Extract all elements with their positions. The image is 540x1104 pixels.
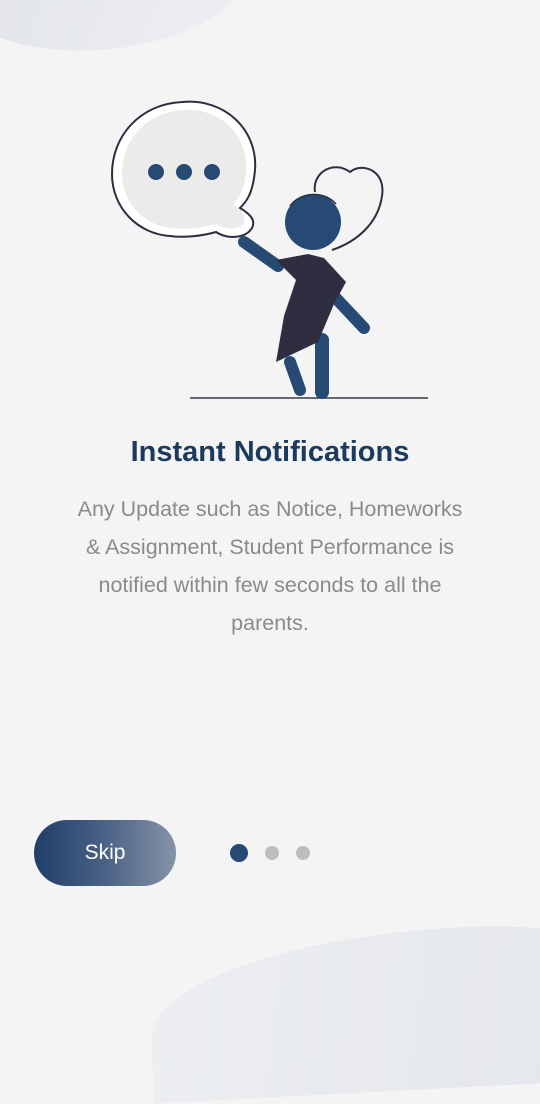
page-indicator (230, 844, 327, 862)
speech-bubble-icon (110, 100, 257, 238)
decorative-bottom-wave (146, 916, 540, 1104)
feature-description: Any Update such as Notice, Homeworks & A… (77, 497, 463, 635)
page-dot-1-active[interactable] (230, 844, 248, 862)
page-dot-3[interactable] (296, 846, 310, 860)
decorative-top-wave (0, 0, 271, 72)
page-dot-2[interactable] (265, 846, 279, 860)
skip-button[interactable]: Skip (34, 820, 176, 886)
notification-illustration (110, 100, 428, 399)
page-title: Instant Notifications (130, 436, 410, 468)
